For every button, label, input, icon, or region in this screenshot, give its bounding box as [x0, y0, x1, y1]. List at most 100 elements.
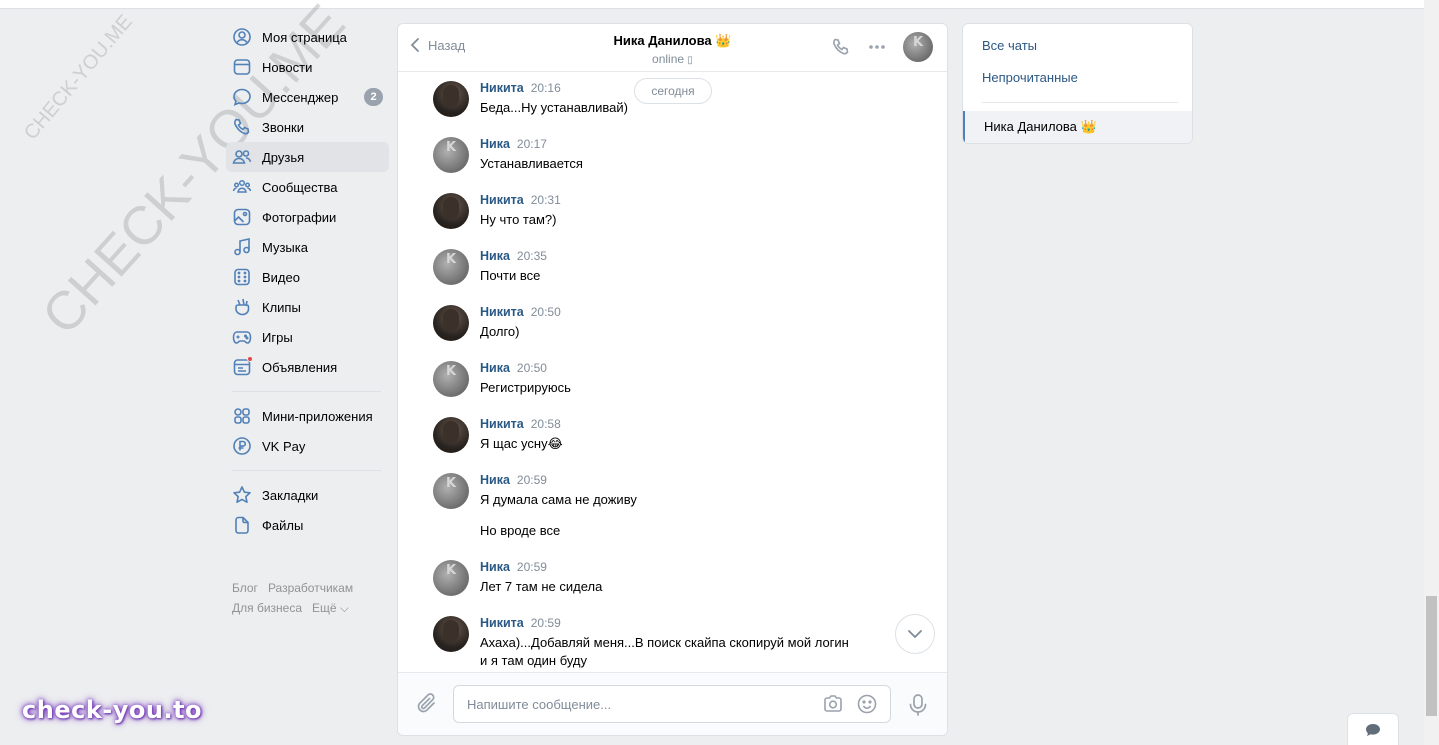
newspaper-icon [232, 57, 252, 77]
message-author[interactable]: Никита [480, 417, 524, 431]
message-time[interactable]: 20:50 [531, 305, 561, 319]
nav-item-mini-apps[interactable]: Мини-приложения [226, 401, 389, 431]
nav-item-calls[interactable]: Звонки [226, 112, 389, 142]
call-button[interactable] [831, 37, 851, 57]
message-author[interactable]: Никита [480, 616, 524, 630]
message-composer [398, 672, 947, 735]
peer-status-text: online [652, 52, 685, 66]
avatar[interactable] [433, 361, 469, 397]
message-text: Регистрируюсь [480, 380, 571, 395]
message-author[interactable]: Ника [480, 249, 510, 263]
watermark-small: CHECK-YOU.ME [20, 10, 137, 145]
avatar[interactable] [433, 137, 469, 173]
chat-bubble-icon [1366, 723, 1380, 736]
nav-item-clips[interactable]: Клипы [226, 292, 389, 322]
nav-label: Мессенджер [262, 89, 339, 105]
nav-label: Фотографии [262, 209, 337, 225]
message-text: Я щас усну😂 [480, 436, 563, 451]
nav-label: Закладки [262, 487, 319, 503]
nav-item-games[interactable]: Игры [226, 322, 389, 352]
message-time[interactable]: 20:17 [517, 137, 547, 151]
message-time[interactable]: 20:58 [531, 417, 561, 431]
message-author[interactable]: Никита [480, 193, 524, 207]
filter-unread[interactable]: Непрочитанные [963, 61, 1192, 93]
message-text-line: Ахаха)...Добавляй меня...В поиск скайпа … [480, 635, 849, 650]
emoji-button[interactable] [856, 693, 878, 715]
avatar[interactable] [433, 305, 469, 341]
nav-item-photos[interactable]: Фотографии [226, 202, 389, 232]
nav-item-bookmarks[interactable]: Закладки [226, 480, 389, 510]
avatar[interactable] [433, 473, 469, 509]
nav-label: Игры [262, 329, 293, 345]
chevron-down-icon [908, 630, 922, 639]
video-icon [232, 267, 252, 287]
message-text-line: и я там один буду [480, 653, 588, 668]
message-time[interactable]: 20:59 [517, 473, 547, 487]
nav-item-music[interactable]: Музыка [226, 232, 389, 262]
message-author[interactable]: Ника [480, 137, 510, 151]
nav-divider [232, 391, 381, 392]
message-input[interactable] [454, 686, 822, 722]
nav-item-video[interactable]: Видео [226, 262, 389, 292]
message-author[interactable]: Ника [480, 473, 510, 487]
message-author[interactable]: Ника [480, 361, 510, 375]
footer-link-business[interactable]: Для бизнеса [232, 601, 302, 615]
avatar[interactable] [433, 249, 469, 285]
phone-icon [232, 117, 252, 137]
attach-button[interactable] [416, 692, 438, 719]
message-time[interactable]: 20:16 [531, 81, 561, 95]
message-input-box [453, 685, 891, 723]
avatar[interactable] [433, 193, 469, 229]
nav-item-files[interactable]: Файлы [226, 510, 389, 540]
message-time[interactable]: 20:35 [517, 249, 547, 263]
filter-all-chats[interactable]: Все чаты [963, 29, 1192, 61]
nav-item-my-page[interactable]: Моя страница [226, 22, 389, 52]
friends-icon [232, 147, 252, 167]
top-bar [0, 0, 1424, 9]
message: Ника 20:50 Регистрируюсь [433, 361, 893, 397]
nav-item-news[interactable]: Новости [226, 52, 389, 82]
peer-avatar-button[interactable] [903, 32, 933, 62]
footer-link-blog[interactable]: Блог [232, 581, 258, 595]
nav-item-communities[interactable]: Сообщества [226, 172, 389, 202]
message-history[interactable]: сегодня Никита 20:16 Беда...Ну устанавлив… [398, 73, 947, 673]
open-chats-button[interactable] [1347, 713, 1399, 745]
message: Ника 20:17 Устанавливается [433, 137, 893, 173]
footer-link-more[interactable]: Ещё ⌵ [312, 601, 349, 615]
message-author[interactable]: Никита [480, 81, 524, 95]
communities-icon [232, 177, 252, 197]
nav-item-messenger[interactable]: Мессенджер 2 [226, 82, 389, 112]
message: Никита 20:16 Беда...Ну устанавливай) [433, 81, 893, 117]
active-chat-item[interactable]: Ника Данилова 👑 [963, 111, 1192, 143]
avatar[interactable] [433, 616, 469, 652]
page-scrollbar[interactable] [1424, 0, 1439, 745]
message: Никита 20:50 Долго) [433, 305, 893, 341]
message-text: Лет 7 там не сидела [480, 579, 603, 594]
nav-label: Мини-приложения [262, 408, 373, 424]
message-time[interactable]: 20:59 [517, 560, 547, 574]
nav-label: Объявления [262, 359, 338, 375]
avatar[interactable] [433, 417, 469, 453]
voice-message-button[interactable] [908, 693, 928, 720]
camera-icon [824, 695, 842, 712]
more-button[interactable] [867, 37, 887, 57]
avatar[interactable] [433, 81, 469, 117]
scrollbar-thumb[interactable] [1426, 596, 1437, 716]
nav-item-vk-pay[interactable]: VK Pay [226, 431, 389, 461]
unread-badge: 2 [364, 88, 383, 106]
chat-header: Назад Ника Данилова 👑 online ▯ [398, 24, 947, 72]
message-time[interactable]: 20:50 [517, 361, 547, 375]
avatar[interactable] [433, 560, 469, 596]
message: Никита 20:31 Ну что там?) [433, 193, 893, 229]
nav-item-ads[interactable]: Объявления [226, 352, 389, 382]
message-time[interactable]: 20:59 [531, 616, 561, 630]
message-time[interactable]: 20:31 [531, 193, 561, 207]
nav-item-friends[interactable]: Друзья [226, 142, 389, 172]
message-author[interactable]: Ника [480, 560, 510, 574]
message-author[interactable]: Никита [480, 305, 524, 319]
scroll-down-button[interactable] [895, 614, 935, 654]
message-text: Беда...Ну устанавливай) [480, 100, 628, 115]
footer-link-developers[interactable]: Разработчикам [268, 581, 353, 595]
camera-button[interactable] [822, 694, 844, 714]
star-icon [232, 485, 252, 505]
